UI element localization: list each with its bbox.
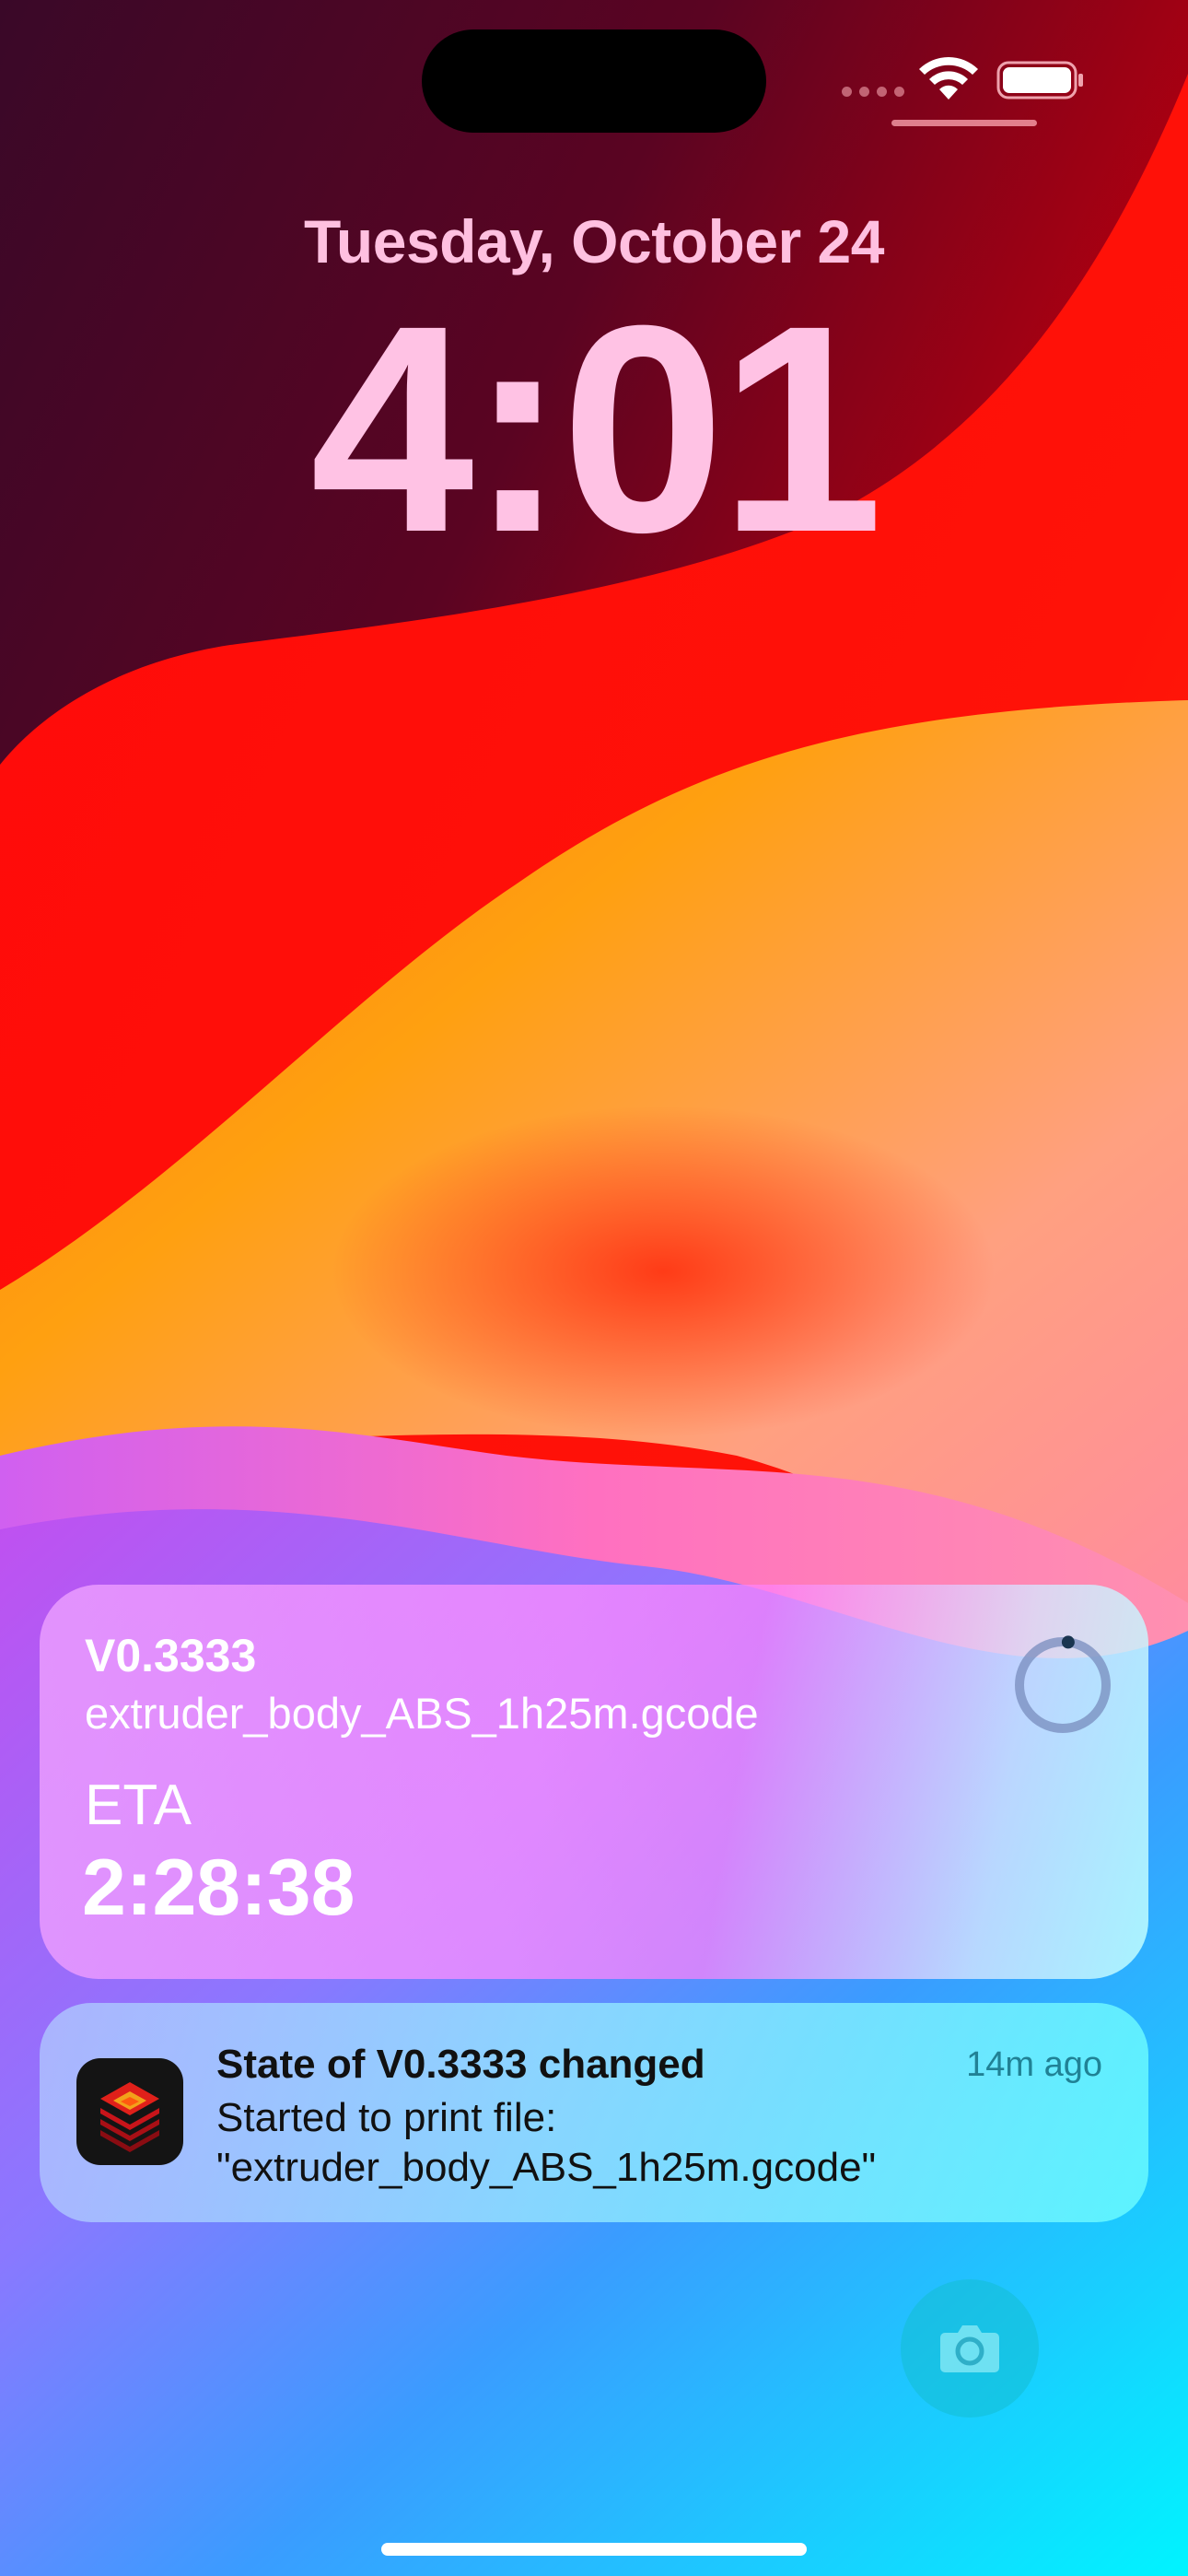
notification-body: Started to print file: "extruder_body_AB…	[216, 2093, 1101, 2193]
print-file-name: extruder_body_ABS_1h25m.gcode	[85, 1689, 759, 1738]
notification-title: State of V0.3333 changed	[216, 2042, 705, 2087]
live-activity-card[interactable]: V0.3333 extruder_body_ABS_1h25m.gcode ET…	[40, 1585, 1148, 1979]
notification-body-line: Started to print file:	[216, 2095, 557, 2140]
eta-label: ETA	[85, 1774, 192, 1837]
eta-value: 2:28:38	[82, 1844, 355, 1932]
camera-icon	[940, 2325, 999, 2372]
status-indicator-bar	[891, 120, 1037, 126]
dynamic-island	[422, 29, 766, 133]
home-indicator[interactable]	[381, 2543, 807, 2556]
notification-card[interactable]: State of V0.3333 changed 14m ago Started…	[40, 2003, 1148, 2222]
lock-time: 4:01	[309, 263, 883, 593]
print-progress-ring	[1015, 1635, 1111, 1733]
battery-icon	[996, 61, 1083, 100]
notification-body-line: "extruder_body_ABS_1h25m.gcode"	[216, 2145, 877, 2190]
printer-layers-icon	[76, 2058, 183, 2165]
notification-time: 14m ago	[966, 2045, 1102, 2084]
printer-name: V0.3333	[85, 1630, 257, 1681]
wifi-icon	[919, 57, 978, 100]
lock-screen: Tuesday, October 24 4:01 V0.3333 extrude…	[0, 0, 1188, 2576]
camera-button[interactable]	[901, 2279, 1039, 2418]
cellular-signal-icon	[842, 87, 904, 97]
